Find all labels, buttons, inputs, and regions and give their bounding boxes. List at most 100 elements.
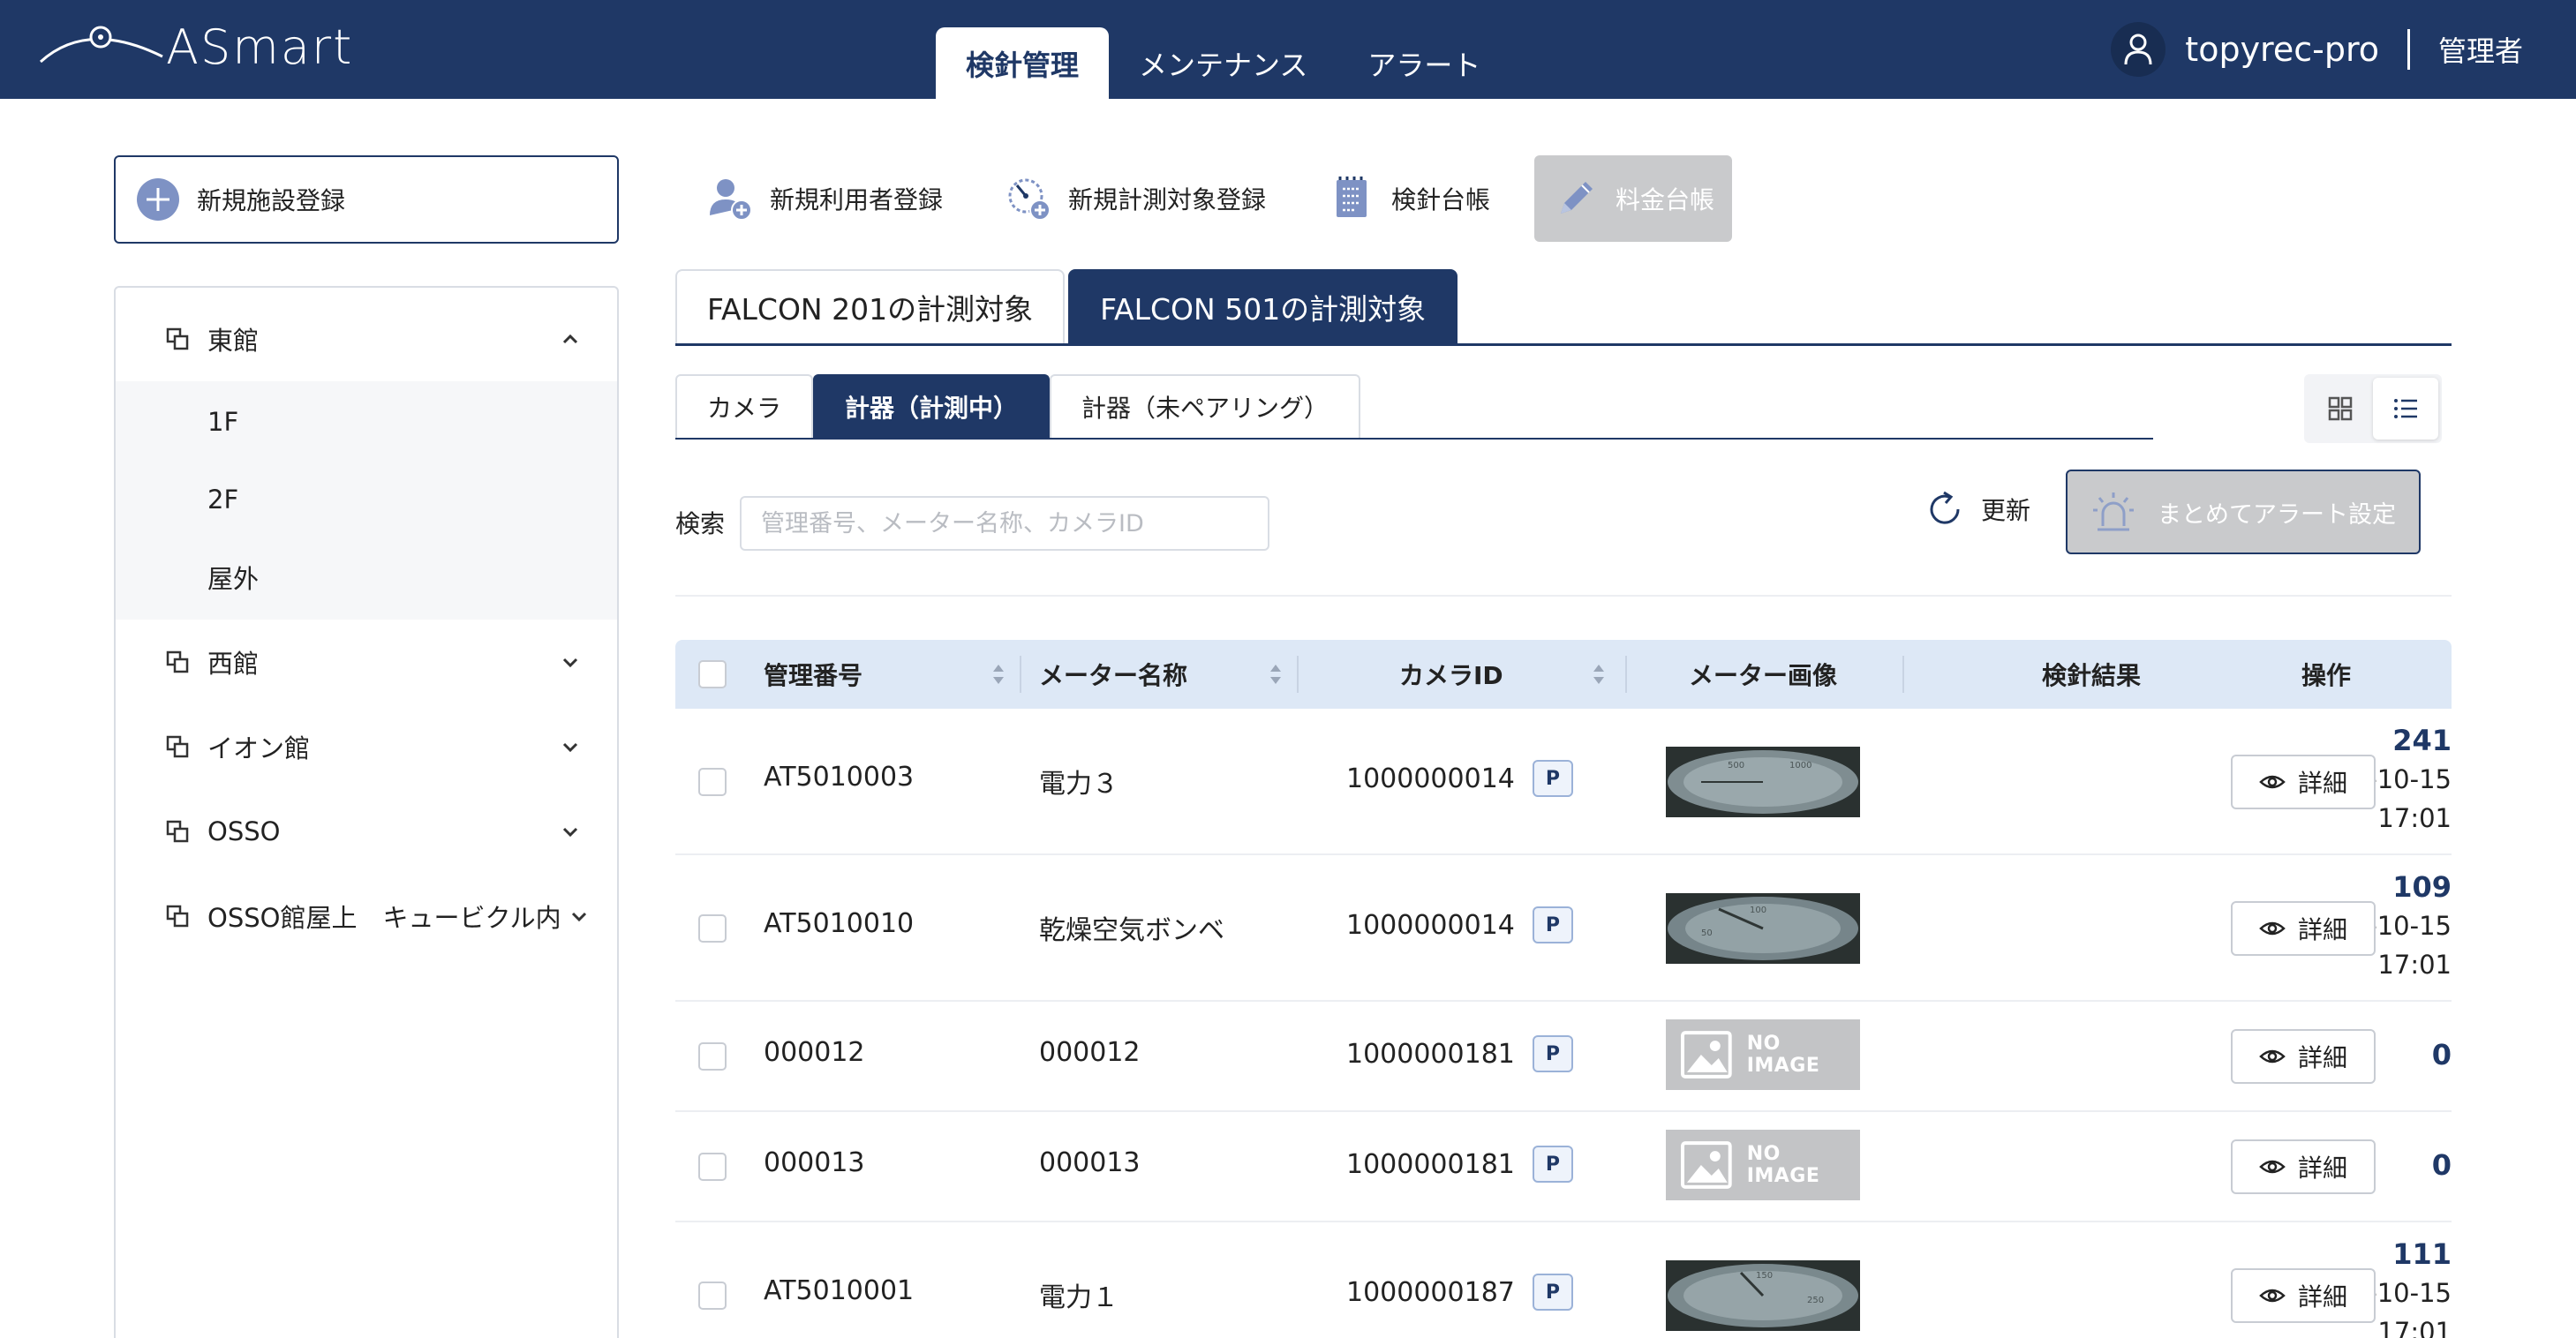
fee-ledger-button[interactable]: 料金台帳: [1534, 155, 1733, 242]
column-header-id[interactable]: 管理番号: [764, 640, 862, 709]
column-separator: [1625, 656, 1627, 693]
eye-icon: [2259, 1049, 2286, 1064]
new-facility-button[interactable]: 新規施設登録: [114, 155, 619, 244]
tab-falcon-201[interactable]: FALCON 201の計測対象: [675, 269, 1066, 343]
sort-icon[interactable]: [991, 661, 1006, 688]
cell-id: AT5010001: [764, 1275, 915, 1306]
column-header-label: 操作: [2301, 661, 2352, 690]
column-separator: [1020, 656, 1021, 693]
tree-child-1f[interactable]: 1F: [116, 383, 617, 461]
building-icon: [166, 327, 189, 350]
reading-ledger-button[interactable]: 検針台帳: [1310, 155, 1508, 242]
row-checkbox[interactable]: [698, 1153, 727, 1181]
facility-tree: 東館 1F 2F 屋外 西館 イオン館 OSSO OSSO館屋上 キュービクル内: [114, 286, 619, 1338]
table-row[interactable]: AT5010001 電力１ 1000000187 P 150 250 111 2…: [675, 1222, 2452, 1338]
tree-child-outdoor[interactable]: 屋外: [116, 538, 617, 616]
tree-node-east[interactable]: 東館: [116, 297, 617, 381]
row-checkbox[interactable]: [698, 768, 727, 796]
new-meter-label: 新規計測対象登録: [1068, 185, 1267, 214]
detail-button[interactable]: 詳細: [2231, 1268, 2376, 1323]
reading-value: 241: [2392, 724, 2452, 757]
tab-meter-measuring[interactable]: 計器（計測中）: [813, 374, 1051, 438]
new-user-button[interactable]: 新規利用者登録: [689, 155, 960, 242]
tree-node-label: OSSO: [207, 816, 281, 846]
column-header-camera[interactable]: カメラID: [1399, 640, 1503, 709]
tab-meter-unpaired[interactable]: 計器（未ペアリング）: [1050, 374, 1361, 438]
building-icon: [166, 650, 189, 673]
table-row[interactable]: 000012 000012 1000000181 P NO IMAGE 0 詳細: [675, 1002, 2452, 1112]
logo-arc-icon: [39, 26, 163, 64]
table-header: 管理番号 メーター名称 カメラID メーター画像 検針結果 操作: [675, 640, 2452, 709]
alarm-light-icon: [2093, 492, 2134, 531]
cell-id: AT5010010: [764, 908, 915, 939]
nav-tab-alert[interactable]: アラート: [1337, 27, 1510, 99]
grid-view-button[interactable]: [2308, 378, 2373, 440]
tree-node-label: 東館: [207, 326, 260, 356]
nav-tab-maintenance[interactable]: メンテナンス: [1109, 27, 1337, 99]
tree-node-osso-roof[interactable]: OSSO館屋上 キュービクル内: [116, 874, 617, 958]
chevron-down-icon[interactable]: [559, 650, 582, 673]
chevron-up-icon[interactable]: [559, 327, 582, 350]
bulk-alert-button[interactable]: まとめてアラート設定: [2066, 470, 2421, 554]
sort-icon[interactable]: [1269, 661, 1283, 688]
sort-icon[interactable]: [1592, 661, 1606, 688]
table-row[interactable]: 000013 000013 1000000181 P NO IMAGE 0 詳細: [675, 1112, 2452, 1222]
fee-ledger-label: 料金台帳: [1616, 185, 1715, 214]
detail-button[interactable]: 詳細: [2231, 755, 2376, 809]
new-user-label: 新規利用者登録: [770, 185, 944, 214]
eye-icon: [2259, 1160, 2286, 1174]
user-menu[interactable]: topyrec-pro 管理者: [2111, 21, 2523, 78]
tree-node-label: OSSO館屋上 キュービクル内: [207, 903, 561, 933]
logo[interactable]: ASmart: [39, 16, 353, 78]
detail-label: 詳細: [2297, 1154, 2347, 1183]
eye-icon: [2259, 775, 2286, 789]
nav-tab-reading[interactable]: 検針管理: [936, 27, 1110, 99]
device-tabs: FALCON 201の計測対象 FALCON 501の計測対象: [675, 269, 2452, 346]
tree-node-label: 西館: [207, 649, 260, 679]
column-header-name[interactable]: メーター名称: [1039, 640, 1187, 709]
add-user-icon: [710, 179, 752, 221]
view-toggle: [2304, 374, 2442, 443]
user-name: topyrec-pro: [2185, 30, 2379, 69]
user-role: 管理者: [2437, 34, 2523, 68]
column-header-label: 管理番号: [764, 661, 863, 690]
detail-button[interactable]: 詳細: [2231, 1139, 2376, 1194]
list-view-button[interactable]: [2373, 378, 2438, 440]
search-input[interactable]: [740, 496, 1269, 551]
detail-label: 詳細: [2297, 1043, 2347, 1072]
chevron-down-icon[interactable]: [559, 735, 582, 758]
table-row[interactable]: AT5010010 乾燥空気ボンベ 1000000014 P 100 50 10…: [675, 855, 2452, 1002]
tab-camera[interactable]: カメラ: [675, 374, 814, 438]
row-checkbox[interactable]: [698, 1282, 727, 1310]
cell-id: 000012: [764, 1037, 865, 1068]
column-separator: [1297, 656, 1299, 693]
select-all-checkbox[interactable]: [698, 660, 727, 688]
new-meter-button[interactable]: 新規計測対象登録: [987, 155, 1284, 242]
tab-falcon-501[interactable]: FALCON 501の計測対象: [1068, 269, 1458, 343]
refresh-icon: [1930, 491, 1960, 524]
tree-child-2f[interactable]: 2F: [116, 461, 617, 538]
app-header: ASmart 検針管理 メンテナンス アラート topyrec-pro 管理者: [0, 0, 2576, 99]
column-header-action: 操作: [2301, 640, 2351, 709]
column-header-image: メーター画像: [1689, 640, 1837, 709]
eye-icon: [2259, 1289, 2286, 1303]
detail-button[interactable]: 詳細: [2231, 1029, 2376, 1084]
row-checkbox[interactable]: [698, 1042, 727, 1071]
tree-node-aeon[interactable]: イオン館: [116, 704, 617, 789]
tree-node-osso[interactable]: OSSO: [116, 789, 617, 874]
tree-node-west[interactable]: 西館: [116, 620, 617, 704]
tree-children-east: 1F 2F 屋外: [116, 381, 617, 620]
sub-tabs: カメラ 計器（計測中） 計器（未ペアリング）: [675, 374, 2153, 440]
column-header-label: メーター画像: [1689, 661, 1838, 690]
detail-button[interactable]: 詳細: [2231, 901, 2376, 956]
column-header-result: 検針結果: [2042, 640, 2141, 709]
building-icon: [166, 905, 189, 928]
meter-table: 管理番号 メーター名称 カメラID メーター画像 検針結果 操作 AT50100…: [675, 640, 2452, 1338]
refresh-button[interactable]: 更新: [1924, 484, 2030, 535]
chevron-down-icon[interactable]: [559, 820, 582, 843]
plus-icon: [137, 178, 179, 221]
cell-id: 000013: [764, 1147, 865, 1178]
row-checkbox[interactable]: [698, 914, 727, 943]
table-row[interactable]: AT5010003 電力３ 1000000014 P 500 1000 241 …: [675, 709, 2452, 855]
chevron-down-icon[interactable]: [568, 905, 591, 928]
